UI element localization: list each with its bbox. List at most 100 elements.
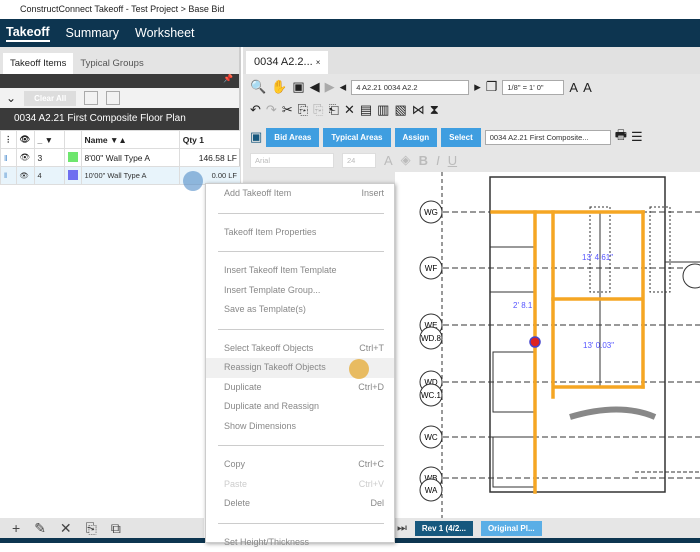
menu-item[interactable]: Select Takeoff ObjectsCtrl+T — [206, 339, 394, 359]
scale-select[interactable]: 1/8" = 1' 0" — [502, 80, 564, 95]
menu-item[interactable]: CopyCtrl+C — [206, 455, 394, 475]
menu-item[interactable]: Add Takeoff ItemInsert — [206, 184, 394, 204]
menu-item[interactable]: Delete Del — [206, 494, 394, 514]
menu-item-shortcut: Ctrl+V — [359, 475, 384, 495]
menu-item[interactable]: Insert Takeoff Item Template — [206, 261, 394, 281]
expand-all-icon[interactable] — [106, 91, 120, 105]
zoom-window-icon[interactable]: ▣ — [292, 79, 304, 95]
window-title: ConstructConnect Takeoff - Test Project … — [0, 0, 700, 19]
menu-item[interactable]: Show Dimensions — [206, 417, 394, 437]
assign-button[interactable]: Assign — [395, 128, 438, 147]
menu-divider — [218, 213, 384, 214]
col-qty[interactable]: Qty 1 — [179, 131, 240, 149]
font-color-icon[interactable]: A — [384, 153, 393, 168]
panel-footer: + ✎ ✕ ⎘ ⧉ — [0, 518, 204, 538]
menu-item[interactable]: Takeoff Item Properties — [206, 223, 394, 243]
toolbar-nav: 🔍 ✋ ▣ ◀ ▶ ◂ 4 A2.21 0034 A2.2 ▸ ❐ 1/8" = 1' 0"… — [250, 79, 592, 95]
bid-areas-button[interactable]: Bid Areas — [266, 128, 319, 147]
last-page-icon[interactable]: ⏭ — [397, 522, 407, 535]
color-swatch — [68, 152, 78, 162]
dimension-label: 2' 8.1 — [513, 301, 533, 310]
next-page-icon[interactable]: ▸ — [474, 79, 481, 95]
edit-icon[interactable]: ✎ — [34, 520, 46, 537]
list-icon[interactable]: ☰ — [631, 129, 643, 145]
takeoff-table: ⋮👁_ ▼Name ▼▲Qty 1 ‖👁38'00" Wall Type A14… — [0, 130, 241, 185]
menu-item[interactable]: Insert Template Group... — [206, 281, 394, 301]
undo-icon[interactable]: ↶ — [250, 102, 261, 118]
delete-icon[interactable]: ✕ — [344, 102, 355, 118]
menu-item-label: Save as Template(s) — [224, 300, 306, 320]
hourglass-icon[interactable]: ⧗ — [430, 102, 439, 118]
tab-takeoff-items[interactable]: Takeoff Items — [3, 53, 73, 74]
underline-icon[interactable]: U — [448, 153, 457, 168]
tab-typical-groups[interactable]: Typical Groups — [73, 53, 150, 74]
floor-plan-drawing[interactable]: WGWFWEWD.8WDWC.1WCWBWA 13' 4.61" 2' 8.1 … — [395, 172, 700, 518]
toolbar-areas: ▣ Bid Areas Typical Areas Assign Select … — [250, 126, 643, 148]
eye-icon[interactable]: 👁 — [16, 131, 34, 149]
menu-item-label: Set Height/Thickness — [224, 533, 309, 552]
font-size-select[interactable]: 24 — [342, 153, 376, 168]
tab-worksheet[interactable]: Worksheet — [135, 26, 195, 40]
eye-icon[interactable]: 👁 — [16, 149, 34, 167]
select-button[interactable]: Select — [441, 128, 481, 147]
table-row[interactable]: ‖👁38'00" Wall Type A146.58 LF — [1, 149, 241, 167]
tab-summary[interactable]: Summary — [66, 26, 119, 40]
calibrate-icon[interactable]: A — [569, 80, 578, 95]
menu-item-label: Delete — [224, 494, 250, 514]
grid-label: WD.8 — [421, 334, 442, 343]
forward-icon[interactable]: ▶ — [325, 79, 335, 95]
revision-tab[interactable]: Rev 1 (4/2... — [415, 521, 473, 536]
menu-item-label: Duplicate — [224, 378, 262, 398]
bold-icon[interactable]: B — [419, 153, 428, 168]
page-select[interactable]: 4 A2.21 0034 A2.2 — [351, 80, 469, 95]
pan-hand-icon[interactable]: ✋ — [271, 79, 287, 95]
menu-item-shortcut: Del — [370, 494, 384, 514]
col-name[interactable]: Name ▼▲ — [81, 131, 179, 149]
copy-icon[interactable]: ⎘ — [298, 102, 308, 118]
col-number[interactable]: _ ▼ — [34, 131, 64, 149]
cut-icon[interactable]: ✂ — [282, 102, 293, 118]
collapse-all-icon[interactable] — [84, 91, 98, 105]
close-icon[interactable]: × — [316, 58, 321, 67]
typical-areas-button[interactable]: Typical Areas — [323, 128, 390, 147]
frame-icon[interactable]: ▧ — [394, 102, 406, 118]
tab-takeoff[interactable]: Takeoff — [6, 25, 50, 42]
mirror-icon[interactable]: ⋈ — [412, 102, 425, 118]
delete-icon[interactable]: ✕ — [60, 520, 72, 537]
menu-item[interactable]: PasteCtrl+V — [206, 475, 394, 495]
menu-icon[interactable]: ⋮ — [1, 131, 17, 149]
grid-label: WF — [425, 264, 438, 273]
menu-item-label: Insert Takeoff Item Template — [224, 261, 337, 281]
menu-item[interactable]: Set Height/Thickness — [206, 533, 394, 552]
italic-icon[interactable]: I — [436, 153, 440, 168]
search-area-icon[interactable]: ▣ — [250, 129, 262, 145]
window-icon[interactable]: ❐ — [486, 79, 498, 95]
layers-icon[interactable]: ▥ — [377, 102, 389, 118]
scale-icon[interactable]: A — [583, 80, 592, 95]
prev-page-icon[interactable]: ◂ — [340, 79, 347, 95]
menu-item-label: Reassign Takeoff Objects — [224, 358, 326, 378]
table-row[interactable]: ‖👁410'00" Wall Type A0.00 LF — [1, 167, 241, 185]
zoom-icon[interactable]: 🔍 — [250, 79, 266, 95]
chevron-down-icon[interactable]: ⌄ — [6, 91, 16, 105]
pin-icon[interactable]: 📌 — [223, 74, 233, 83]
font-select[interactable]: Arial — [250, 153, 334, 168]
plan-tab[interactable]: 0034 A2.2... × — [246, 51, 328, 74]
fill-color-icon[interactable]: ◈ — [401, 152, 411, 168]
area-select[interactable]: 0034 A2.21 First Composite... — [485, 130, 611, 145]
add-icon[interactable]: + — [12, 520, 20, 536]
menu-item[interactable]: Save as Template(s) — [206, 300, 394, 320]
back-icon[interactable]: ◀ — [310, 79, 320, 95]
redo-icon[interactable]: ↷ — [266, 102, 277, 118]
paste-special-icon[interactable]: ⎗ — [329, 102, 339, 118]
copy-icon[interactable]: ⎘ — [86, 520, 97, 537]
clear-all-button[interactable]: Clear All — [24, 91, 76, 106]
menu-item[interactable]: DuplicateCtrl+D — [206, 378, 394, 398]
menu-item[interactable]: Duplicate and Reassign — [206, 397, 394, 417]
eye-icon[interactable]: 👁 — [16, 167, 34, 185]
original-plan-tab[interactable]: Original Pl... — [481, 521, 542, 536]
print-icon[interactable]: 🖶 — [615, 126, 627, 148]
assign-icon[interactable]: ⧉ — [111, 520, 121, 537]
page-icon[interactable]: ▤ — [360, 102, 372, 118]
paste-icon[interactable]: ⎘ — [313, 102, 323, 118]
